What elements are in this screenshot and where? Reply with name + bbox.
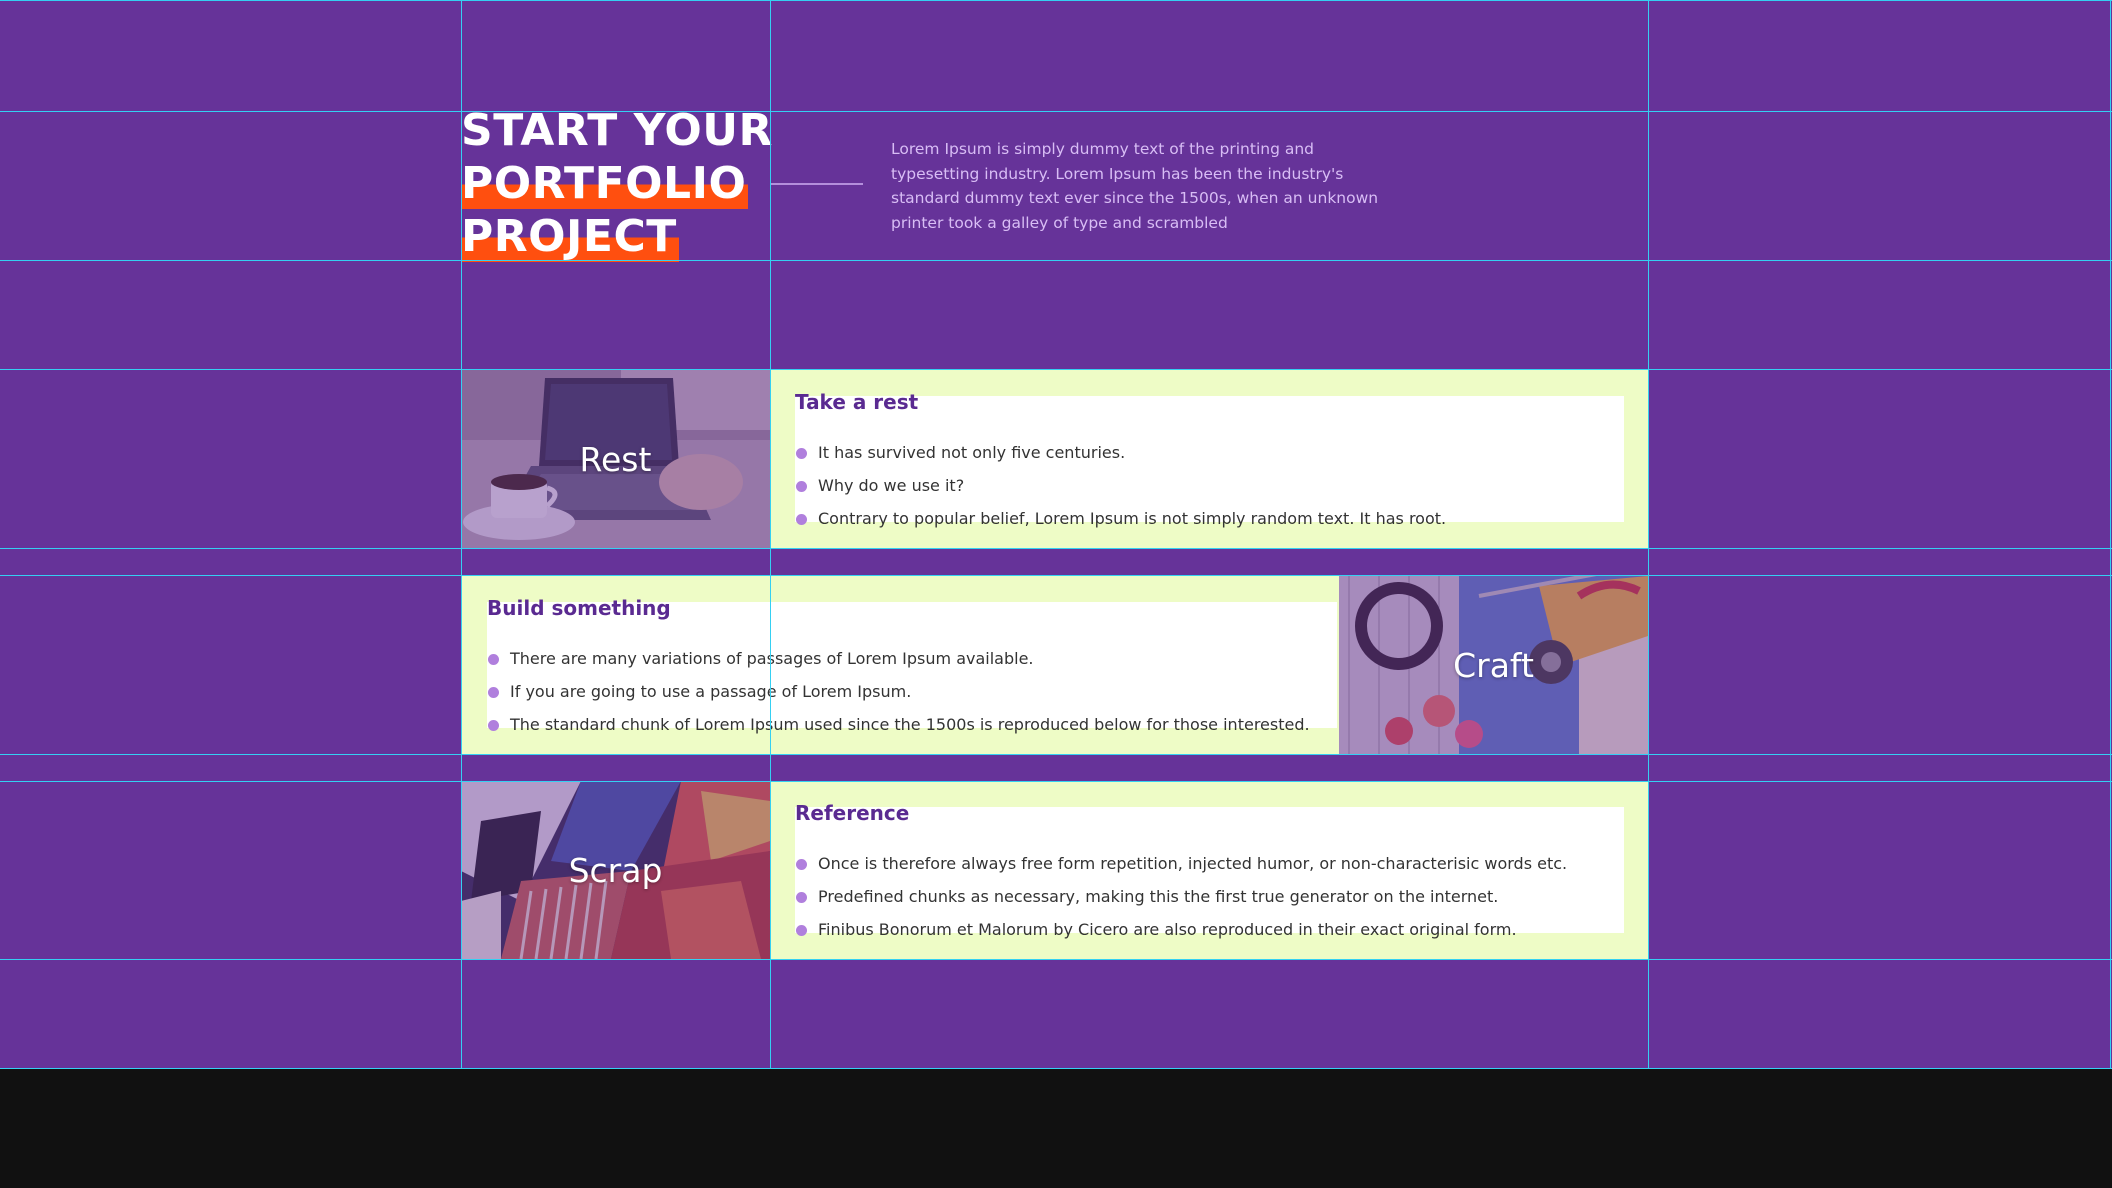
- footer-band: [0, 1069, 2112, 1188]
- list-item: If you are going to use a passage of Lor…: [488, 682, 1310, 715]
- list-item: Once is therefore always free form repet…: [796, 854, 1567, 887]
- grid-guide-horizontal: [0, 111, 2112, 112]
- list-item: Predefined chunks as necessary, making t…: [796, 887, 1567, 920]
- image-label-scrap: Scrap: [568, 850, 663, 890]
- list-item: Contrary to popular belief, Lorem Ipsum …: [796, 509, 1446, 542]
- card-bullet-list: It has survived not only five centuries.…: [796, 443, 1446, 542]
- grid-guide-vertical: [1648, 0, 1649, 1069]
- hero-title-line-1: START YOUR: [461, 105, 773, 156]
- hero-title: START YOUR PORTFOLIO PROJECT: [461, 104, 781, 263]
- list-item: Finibus Bonorum et Malorum by Cicero are…: [796, 920, 1567, 953]
- hero-description: Lorem Ipsum is simply dummy text of the …: [891, 140, 1379, 232]
- list-item: It has survived not only five centuries.: [796, 443, 1446, 476]
- hero-title-line-3: PROJECT: [461, 211, 679, 262]
- card-bullet-list: There are many variations of passages of…: [488, 649, 1310, 748]
- card-image-scrap[interactable]: Scrap: [461, 781, 770, 959]
- grid-guide-vertical: [770, 0, 771, 1069]
- card-image-craft[interactable]: Craft: [1339, 576, 1648, 754]
- grid-guide-horizontal: [0, 575, 2112, 576]
- card-build-something: Build something There are many variation…: [461, 576, 1649, 754]
- grid-guide-horizontal: [0, 959, 2112, 960]
- page-canvas: START YOUR PORTFOLIO PROJECT Lorem Ipsum…: [0, 0, 2112, 1069]
- card-take-a-rest: Rest Take a rest It has survived not onl…: [461, 370, 1649, 548]
- grid-guide-vertical: [461, 0, 462, 1069]
- grid-guide-horizontal: [0, 260, 2112, 261]
- grid-guide-horizontal: [0, 754, 2112, 755]
- grid-guide-horizontal: [0, 548, 2112, 549]
- card-title-build-something: Build something: [487, 596, 671, 620]
- card-title-reference: Reference: [795, 801, 910, 825]
- hero-divider: [771, 183, 863, 185]
- image-label-craft: Craft: [1453, 645, 1534, 685]
- grid-guide-horizontal: [0, 369, 2112, 370]
- list-item: Why do we use it?: [796, 476, 1446, 509]
- list-item: The standard chunk of Lorem Ipsum used s…: [488, 715, 1310, 748]
- grid-guide-horizontal: [0, 0, 2112, 1]
- image-label-rest: Rest: [579, 439, 652, 479]
- hero-title-line-2: PORTFOLIO: [461, 158, 749, 209]
- grid-guide-vertical: [2110, 0, 2111, 1069]
- list-item: There are many variations of passages of…: [488, 649, 1310, 682]
- card-reference: Scrap Reference Once is therefore always…: [461, 781, 1649, 959]
- card-title-take-a-rest: Take a rest: [795, 390, 919, 414]
- grid-guide-horizontal: [0, 781, 2112, 782]
- card-image-rest[interactable]: Rest: [461, 370, 770, 548]
- card-bullet-list: Once is therefore always free form repet…: [796, 854, 1567, 953]
